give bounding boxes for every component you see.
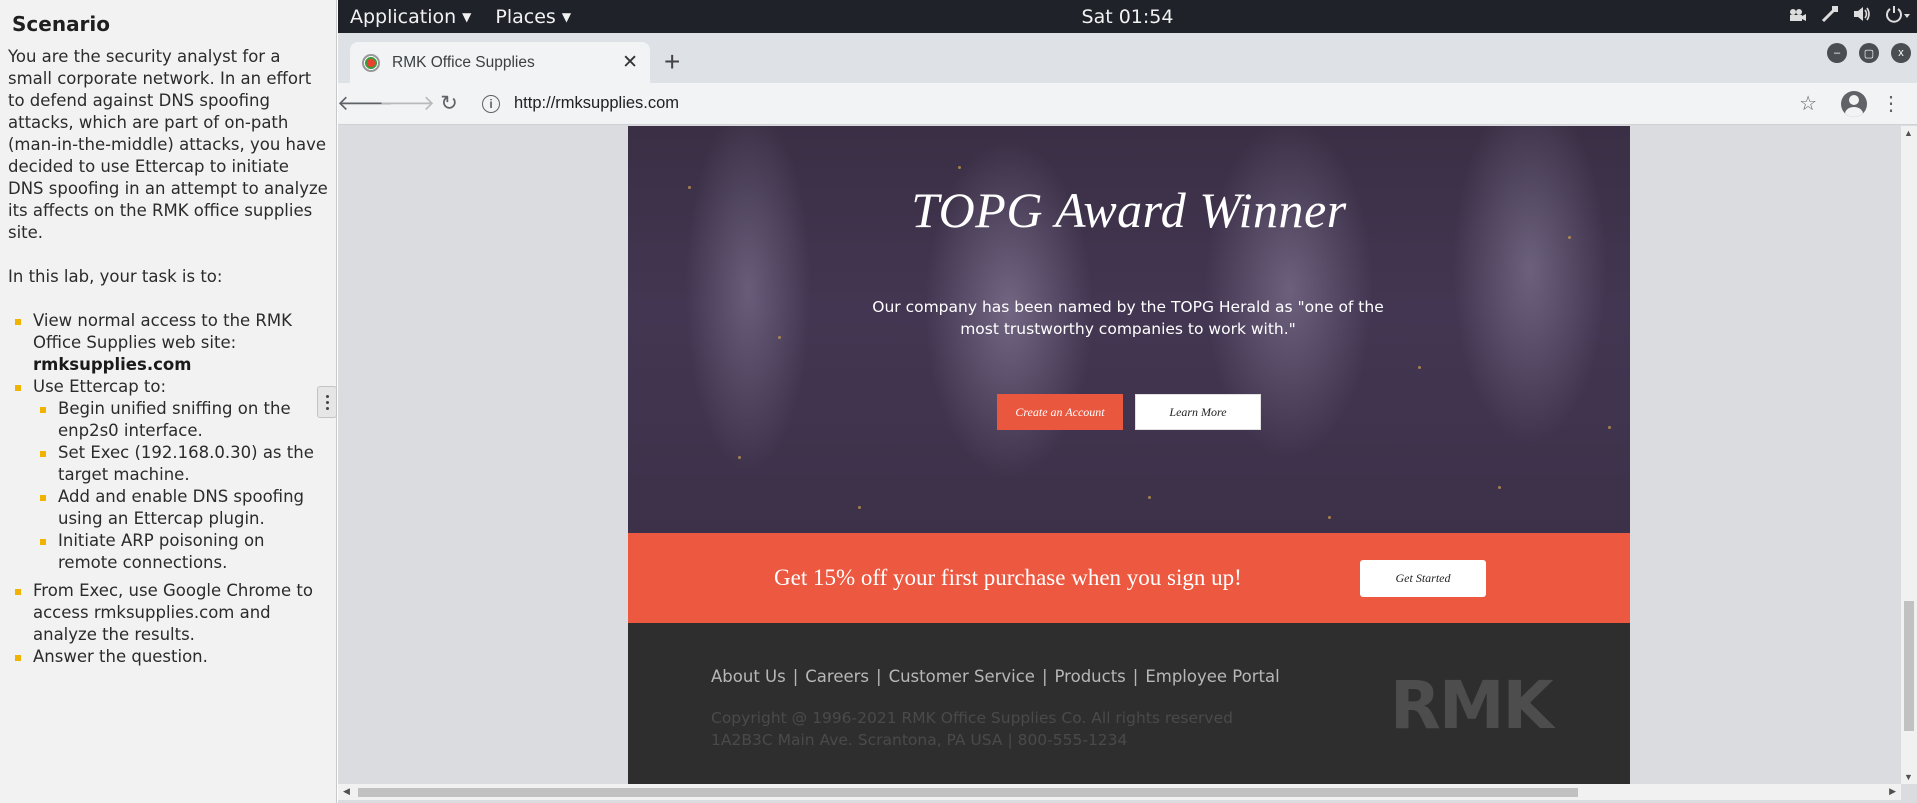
clock[interactable]: Sat 01:54 bbox=[1082, 6, 1174, 28]
promo-banner: Get 15% off your first purchase when you… bbox=[628, 533, 1630, 623]
task-item: View normal access to the RMK Office Sup… bbox=[8, 310, 328, 376]
copyright-text: Copyright @ 1996-2021 RMK Office Supplie… bbox=[711, 709, 1233, 727]
footer-copyright: Copyright @ 1996-2021 RMK Office Supplie… bbox=[711, 707, 1233, 751]
scenario-intro: You are the security analyst for a small… bbox=[8, 47, 328, 242]
subtask-item: Begin unified sniffing on the enp2s0 int… bbox=[33, 398, 328, 442]
application-menu[interactable]: Application ▼ bbox=[338, 6, 483, 28]
hero-title: TOPG Award Winner bbox=[911, 182, 1347, 238]
learn-more-button[interactable]: Learn More bbox=[1135, 394, 1261, 430]
bookmark-star-icon[interactable]: ☆ bbox=[1799, 91, 1817, 116]
task-intro: In this lab, your task is to: bbox=[8, 267, 223, 286]
subtask-item: Set Exec (192.168.0.30) as the target ma… bbox=[33, 442, 328, 486]
hero-banner: TOPG Award Winner Our company has been n… bbox=[628, 126, 1630, 533]
profile-avatar[interactable] bbox=[1841, 90, 1867, 117]
footer-links: About Us | Careers | Customer Service | Pro… bbox=[711, 667, 1280, 686]
browser-window: RMK Office Supplies ✕ + – ▢ x 🡐 🡒 ↻ i ht… bbox=[337, 33, 1917, 803]
footer-link-employee-portal[interactable]: Employee Portal bbox=[1145, 667, 1279, 686]
task-url: rmksupplies.com bbox=[33, 355, 192, 374]
footer-link-careers[interactable]: Careers bbox=[805, 667, 869, 686]
task-text: Use Ettercap to: bbox=[33, 377, 167, 396]
hero-text: Our company has been named by the TOPG H… bbox=[872, 298, 1384, 338]
places-menu[interactable]: Places ▼ bbox=[483, 6, 583, 28]
tab-strip: RMK Office Supplies ✕ + – ▢ x bbox=[338, 33, 1917, 83]
system-tray[interactable] bbox=[1789, 5, 1911, 28]
application-menu-label: Application bbox=[350, 5, 457, 28]
horizontal-scrollbar[interactable]: ◀ ▶ bbox=[338, 784, 1901, 800]
task-item: From Exec, use Google Chrome to access r… bbox=[8, 580, 328, 646]
rmk-logo: RMK bbox=[1390, 667, 1554, 744]
subtask-item: Initiate ARP poisoning on remote connect… bbox=[33, 530, 328, 574]
site-footer: About Us | Careers | Customer Service | Pro… bbox=[628, 623, 1630, 784]
browser-menu-button[interactable]: ⋮ bbox=[1875, 91, 1907, 116]
new-tab-button[interactable]: + bbox=[664, 46, 680, 78]
subtask-item: Add and enable DNS spoofing using an Ett… bbox=[33, 486, 328, 530]
task-item: Use Ettercap to: Begin unified sniffing … bbox=[8, 376, 328, 574]
close-window-button[interactable]: x bbox=[1891, 43, 1911, 63]
page-viewport: TOPG Award Winner Our company has been n… bbox=[338, 126, 1901, 784]
browser-toolbar: 🡐 🡒 ↻ i http://rmksupplies.com ☆ ⋮ bbox=[337, 83, 1917, 125]
reload-button[interactable]: ↻ bbox=[432, 87, 466, 121]
back-button[interactable]: 🡐 bbox=[337, 87, 393, 121]
scenario-panel: Scenario You are the security analyst fo… bbox=[0, 0, 337, 803]
desktop-top-bar: Application ▼ Places ▼ Sat 01:54 bbox=[338, 0, 1917, 33]
scenario-title: Scenario bbox=[12, 12, 111, 36]
subtask-list: Begin unified sniffing on the enp2s0 int… bbox=[33, 398, 328, 574]
vertical-scrollbar[interactable]: ▲ ▼ bbox=[1901, 126, 1917, 784]
info-icon[interactable]: i bbox=[482, 94, 500, 113]
chevron-down-icon: ▼ bbox=[462, 9, 472, 24]
footer-link-products[interactable]: Products bbox=[1055, 667, 1126, 686]
vertical-scroll-thumb[interactable] bbox=[1904, 601, 1914, 731]
forward-button[interactable]: 🡒 bbox=[379, 87, 435, 121]
task-text: View normal access to the RMK Office Sup… bbox=[33, 311, 292, 352]
window-controls: – ▢ x bbox=[1827, 43, 1911, 63]
tab-title: RMK Office Supplies bbox=[392, 53, 535, 71]
create-account-button[interactable]: Create an Account bbox=[997, 394, 1123, 430]
task-item: Answer the question. bbox=[8, 646, 328, 668]
minimize-button[interactable]: – bbox=[1827, 43, 1847, 63]
url-text[interactable]: http://rmksupplies.com bbox=[514, 94, 679, 113]
scroll-up-arrow-icon[interactable]: ▲ bbox=[1904, 128, 1913, 138]
volume-icon[interactable] bbox=[1853, 6, 1871, 27]
power-icon[interactable] bbox=[1885, 5, 1911, 28]
network-icon[interactable] bbox=[1821, 5, 1839, 28]
browser-tab[interactable]: RMK Office Supplies ✕ bbox=[350, 42, 650, 83]
close-icon[interactable]: ✕ bbox=[622, 51, 638, 74]
horizontal-scroll-thumb[interactable] bbox=[358, 788, 1578, 797]
task-list: View normal access to the RMK Office Sup… bbox=[8, 310, 328, 668]
chevron-down-icon: ▼ bbox=[561, 9, 572, 24]
scroll-down-arrow-icon[interactable]: ▼ bbox=[1904, 772, 1913, 782]
footer-link-customer-service[interactable]: Customer Service bbox=[889, 667, 1035, 686]
hero-buttons: Create an Account Learn More bbox=[628, 394, 1630, 430]
video-icon[interactable] bbox=[1789, 7, 1807, 27]
scroll-right-arrow-icon[interactable]: ▶ bbox=[1889, 786, 1896, 797]
address-bar[interactable]: i http://rmksupplies.com ☆ bbox=[474, 86, 1833, 121]
site-favicon-icon bbox=[362, 53, 380, 72]
get-started-button[interactable]: Get Started bbox=[1360, 559, 1486, 597]
scroll-left-arrow-icon[interactable]: ◀ bbox=[343, 786, 350, 797]
maximize-button[interactable]: ▢ bbox=[1859, 43, 1879, 63]
rmk-website: TOPG Award Winner Our company has been n… bbox=[628, 126, 1630, 784]
places-menu-label: Places bbox=[495, 5, 556, 28]
footer-link-about[interactable]: About Us bbox=[711, 667, 786, 686]
panel-resize-handle[interactable] bbox=[317, 386, 337, 418]
address-text: 1A2B3C Main Ave. Scrantona, PA USA | 800… bbox=[711, 731, 1128, 749]
promo-text: Get 15% off your first purchase when you… bbox=[774, 565, 1242, 590]
